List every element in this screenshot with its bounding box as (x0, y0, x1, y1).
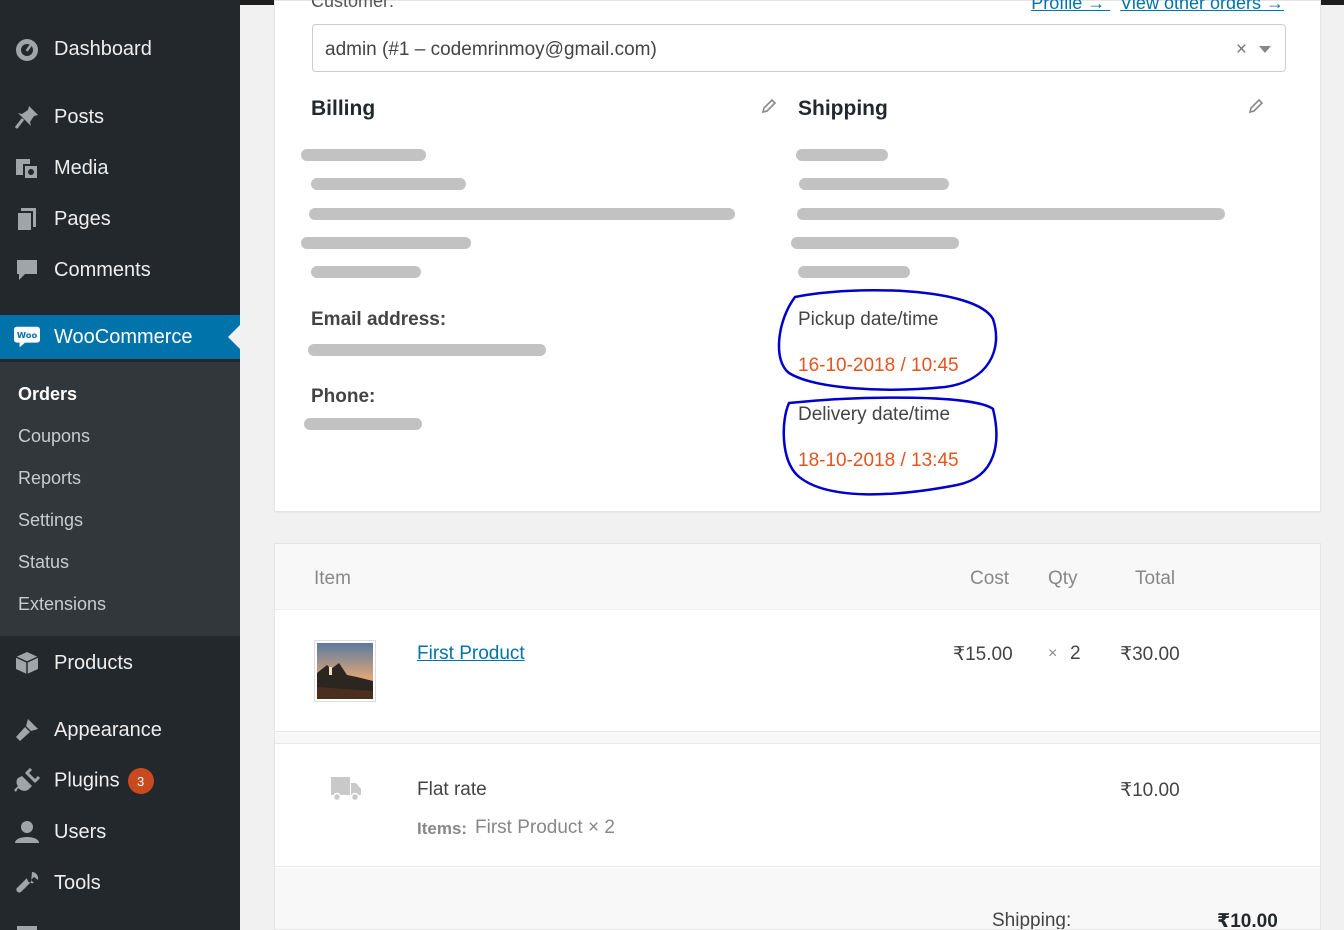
admin-sidebar: Dashboard Posts Media Pages Comments Woo… (0, 0, 240, 930)
submenu-coupons[interactable]: Coupons (18, 426, 90, 447)
col-item: Item (314, 568, 351, 589)
customer-links: Profile → View other orders → (1021, 0, 1284, 14)
menu-item-dashboard[interactable]: Dashboard (0, 27, 240, 71)
order-totals: Shipping: ₹10.00 (275, 868, 1320, 930)
woocommerce-submenu: Orders Coupons Reports Settings Status E… (0, 362, 240, 636)
menu-label: WooCommerce (54, 325, 193, 348)
shipping-heading: Shipping (798, 97, 888, 120)
col-cost: Cost (970, 568, 1010, 589)
menu-label: Dashboard (54, 37, 152, 60)
product-link[interactable]: First Product (417, 643, 525, 665)
menu-item-media[interactable]: Media (0, 146, 240, 190)
menu-item-appearance[interactable]: Appearance (0, 708, 240, 752)
svg-text:Woo: Woo (17, 330, 38, 340)
shipping-line-total: ₹10.00 (1120, 780, 1180, 801)
qty-times: × (1048, 645, 1058, 662)
menu-item-users[interactable]: Users (0, 810, 240, 854)
billing-heading: Billing (311, 97, 376, 120)
email-label: Email address: (311, 309, 447, 330)
redacted-billing-line (311, 266, 421, 278)
table-row: First Product ₹15.00 × 2 ₹30.00 (275, 610, 1320, 732)
wrench-icon (14, 870, 40, 896)
customer-label: Customer: (311, 0, 395, 11)
submenu-orders[interactable]: Orders (18, 384, 77, 405)
profile-link[interactable]: Profile → (1031, 0, 1105, 13)
redacted-shipping-line (798, 266, 910, 278)
menu-item-woocommerce[interactable]: Woo WooCommerce (0, 315, 240, 359)
menu-label: Media (54, 156, 109, 179)
redacted-billing-line (311, 178, 466, 190)
items-table-header: Item Cost Qty Total (275, 544, 1320, 610)
product-cost: ₹15.00 (953, 644, 1013, 665)
submenu-settings[interactable]: Settings (18, 510, 83, 531)
totals-shipping-value: ₹10.00 (1217, 911, 1278, 930)
plugins-update-badge: 3 (127, 768, 154, 794)
dashboard-icon (14, 36, 40, 62)
menu-item-posts[interactable]: Posts (0, 95, 240, 139)
product-thumbnail[interactable] (314, 640, 376, 702)
submenu-status[interactable]: Status (18, 552, 69, 573)
col-total: Total (1135, 568, 1176, 589)
paintbrush-icon (14, 717, 40, 743)
totals-shipping-label: Shipping: (992, 910, 1072, 930)
menu-label: Plugins 3 (54, 768, 154, 794)
settings-icon (14, 921, 40, 930)
truck-icon (331, 777, 361, 802)
menu-item-plugins[interactable]: Plugins 3 (0, 759, 240, 803)
woo-icon: Woo (14, 324, 40, 350)
user-icon (14, 819, 40, 845)
product-total: ₹30.00 (1120, 644, 1180, 665)
shipping-method-name: Flat rate (417, 779, 487, 800)
menu-label: Comments (54, 258, 151, 281)
view-other-orders-link[interactable]: View other orders → (1120, 0, 1284, 13)
redacted-shipping-line (799, 178, 949, 190)
shipping-row: Flat rate Items: First Product × 2 ₹10.0… (275, 745, 1320, 867)
order-items-panel: Item Cost Qty Total First Product ₹15.00… (274, 543, 1321, 930)
plug-icon (14, 768, 40, 794)
menu-item-pages[interactable]: Pages (0, 197, 240, 241)
annotation-circles (777, 289, 998, 496)
menu-label: Products (54, 651, 133, 674)
redacted-billing-line (309, 208, 735, 220)
submenu-extensions[interactable]: Extensions (18, 594, 106, 615)
edit-billing-pencil-icon[interactable] (760, 97, 778, 115)
redacted-billing-line (301, 237, 471, 249)
edit-shipping-pencil-icon[interactable] (1247, 97, 1265, 115)
menu-label: Tools (54, 871, 101, 894)
row-separator (275, 732, 1320, 744)
redacted-email (308, 344, 546, 356)
redacted-shipping-line (796, 149, 888, 161)
menu-label: Pages (54, 207, 111, 230)
menu-label: Posts (54, 105, 105, 128)
redacted-shipping-line (791, 237, 959, 249)
menu-item-comments[interactable]: Comments (0, 248, 240, 292)
menu-item-products[interactable]: Products (0, 641, 240, 685)
order-details-panel: Customer: Profile → View other orders → … (274, 0, 1321, 512)
media-icon (14, 155, 40, 181)
menu-label: Users (54, 820, 107, 843)
menu-label: Appearance (54, 718, 162, 741)
menu-item-tools[interactable]: Tools (0, 861, 240, 905)
comment-icon (14, 257, 40, 283)
menu-item-partial (0, 912, 240, 930)
pushpin-icon (14, 104, 40, 130)
pages-icon (14, 206, 40, 232)
chevron-down-icon[interactable] (1259, 46, 1271, 53)
redacted-billing-line (301, 149, 426, 161)
shipping-items-value: First Product × 2 (475, 817, 615, 838)
phone-label: Phone: (311, 386, 376, 407)
redacted-phone (304, 418, 422, 430)
customer-select[interactable]: admin (#1 – codemrinmoy@gmail.com) × (312, 24, 1286, 72)
shipping-items-label: Items: (417, 819, 468, 838)
customer-select-value: admin (#1 – codemrinmoy@gmail.com) (325, 39, 657, 60)
col-qty: Qty (1048, 568, 1078, 589)
product-qty: 2 (1070, 643, 1081, 664)
box-icon (14, 650, 40, 676)
redacted-shipping-line (797, 208, 1225, 220)
submenu-reports[interactable]: Reports (18, 468, 81, 489)
clear-icon[interactable]: × (1236, 39, 1247, 61)
